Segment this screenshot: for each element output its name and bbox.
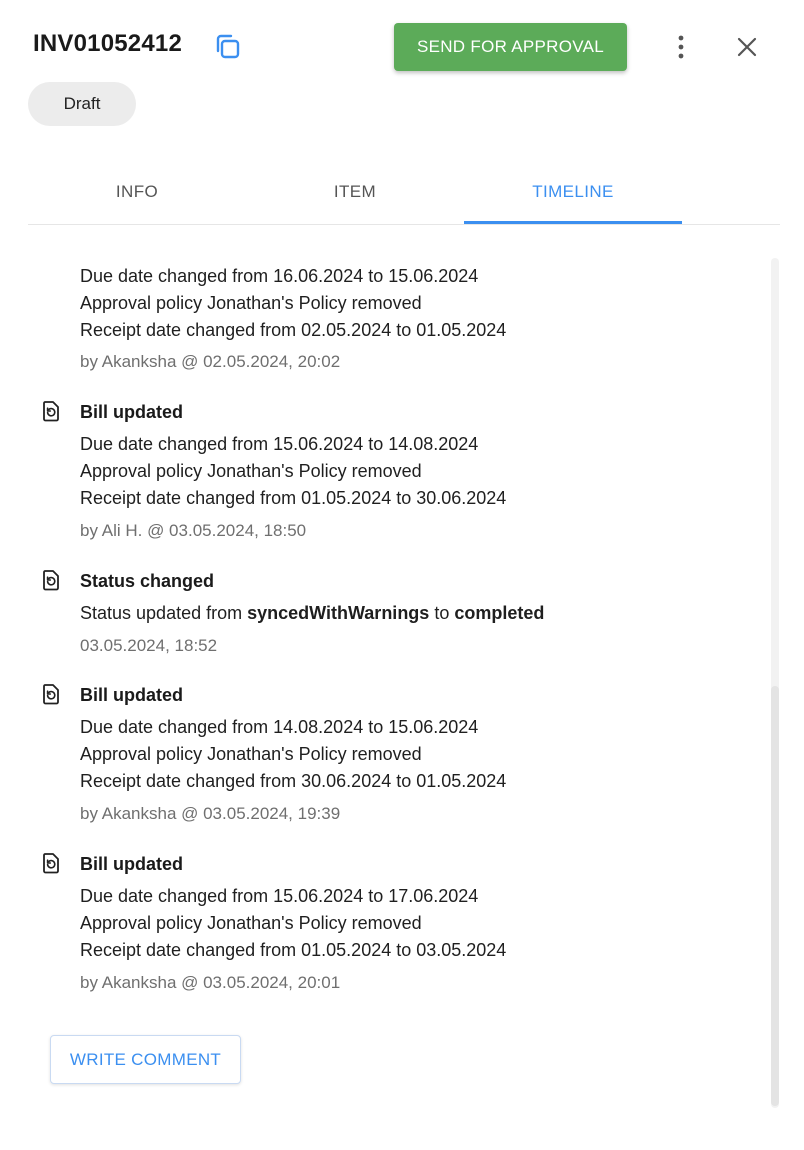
active-tab-indicator (464, 221, 682, 224)
event-title: Bill updated (80, 854, 183, 874)
tab-info[interactable]: INFO (28, 160, 246, 224)
send-for-approval-button[interactable]: SEND FOR APPROVAL (394, 23, 627, 71)
event-detail-line: Due date changed from 16.06.2024 to 15.0… (80, 266, 479, 286)
status-change-middle: to (434, 603, 450, 623)
event-meta: by Akanksha @ 03.05.2024, 19:39 (80, 804, 341, 823)
status-change-line: Status updated from syncedWithWarnings t… (80, 601, 544, 625)
event-meta: by Ali H. @ 03.05.2024, 18:50 (80, 521, 307, 540)
tab-bar: INFO ITEM TIMELINE (28, 160, 780, 225)
event-detail-line: Due date changed from 15.06.2024 to 17.0… (80, 886, 479, 906)
event-detail-line: Due date changed from 15.06.2024 to 14.0… (80, 434, 479, 454)
more-vert-icon[interactable] (668, 32, 694, 62)
event-meta: by Akanksha @ 02.05.2024, 20:02 (80, 352, 341, 371)
write-comment-button[interactable]: WRITE COMMENT (50, 1035, 241, 1084)
event-detail-line: Receipt date changed from 01.05.2024 to … (80, 940, 507, 960)
close-icon[interactable] (733, 33, 761, 61)
event-detail-line: Receipt date changed from 01.05.2024 to … (80, 488, 507, 508)
event-detail-line: Approval policy Jonathan's Policy remove… (80, 293, 422, 313)
event-detail-line: Due date changed from 14.08.2024 to 15.0… (80, 717, 479, 737)
event-title: Bill updated (80, 685, 183, 705)
event-detail-line: Approval policy Jonathan's Policy remove… (80, 461, 422, 481)
tab-timeline[interactable]: TIMELINE (464, 160, 682, 224)
event-title: Status changed (80, 571, 215, 591)
status-change-prefix: Status updated from (80, 603, 243, 623)
tab-item[interactable]: ITEM (246, 160, 464, 224)
invoice-number: INV01052412 (33, 30, 182, 57)
document-history-icon (40, 852, 62, 874)
document-history-icon (40, 569, 62, 591)
status-to: completed (454, 603, 545, 623)
event-title: Bill updated (80, 402, 183, 422)
event-meta: 03.05.2024, 18:52 (80, 636, 218, 655)
copy-icon[interactable] (211, 30, 245, 64)
document-history-icon (40, 400, 62, 422)
panel-header: INV01052412 SEND FOR APPROVAL Draft (0, 0, 804, 140)
document-history-icon (40, 683, 62, 705)
timeline-list[interactable]: Due date changed from 16.06.2024 to 15.0… (0, 226, 770, 1106)
status-from: syncedWithWarnings (247, 603, 430, 623)
scrollbar-thumb[interactable] (771, 686, 779, 1106)
status-badge: Draft (28, 82, 136, 126)
event-detail-line: Approval policy Jonathan's Policy remove… (80, 744, 422, 764)
event-detail-line: Receipt date changed from 02.05.2024 to … (80, 320, 507, 340)
event-detail-line: Receipt date changed from 30.06.2024 to … (80, 771, 507, 791)
event-detail-line: Approval policy Jonathan's Policy remove… (80, 913, 422, 933)
event-meta: by Akanksha @ 03.05.2024, 20:01 (80, 973, 341, 992)
